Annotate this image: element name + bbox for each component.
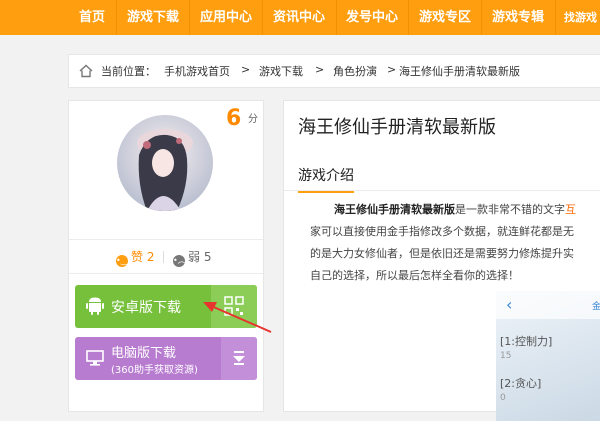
sad-face-icon: •︵• <box>173 255 191 267</box>
intro-highlight-link[interactable]: 互 <box>565 203 576 216</box>
nav-gift-center[interactable]: 发号中心 <box>346 0 398 35</box>
breadcrumb-link-home[interactable]: 手机游戏首页 <box>164 63 230 79</box>
tab-game-intro[interactable]: 游戏介绍 <box>298 165 354 193</box>
dislike-button[interactable]: •︵•弱 5 <box>173 248 211 267</box>
pc-download-sublabel: (360助手获取资源) <box>111 365 198 376</box>
like-button[interactable]: •‿•赞 2 <box>116 248 154 267</box>
pc-download-button[interactable]: 电脑版下载 (360助手获取资源) <box>75 337 257 380</box>
screenshot-corner-text: 金 <box>592 302 600 312</box>
nav-find-game[interactable]: 找游戏 <box>556 0 597 35</box>
breadcrumb-link-rpg[interactable]: 角色扮演 <box>333 63 377 79</box>
breadcrumb-separator: > <box>241 63 251 76</box>
nav-divider <box>262 0 263 35</box>
intro-line4: 自己的选择，所以最后怎样全看你的选择！ <box>310 269 519 282</box>
download-arrow-icon <box>233 351 245 365</box>
divider <box>69 239 263 240</box>
nav-home[interactable]: 首页 <box>79 0 105 35</box>
nav-divider <box>116 0 117 35</box>
breadcrumb-separator: > <box>387 63 397 76</box>
nav-divider <box>189 0 190 35</box>
nav-divider <box>481 0 482 35</box>
breadcrumb-current: 海王修仙手册清软最新版 <box>399 65 520 78</box>
nav-divider <box>408 0 409 35</box>
dislike-count: 5 <box>203 250 212 264</box>
breadcrumb-prefix: 当前位置： <box>101 65 156 78</box>
smile-icon: •‿• <box>116 255 132 267</box>
android-download-label: 安卓版下载 <box>111 300 181 316</box>
chevron-left-icon: ‹ <box>506 295 513 314</box>
intro-line3: 的是大力女修仙者，但是依旧还是需要努力修炼提升实 <box>310 247 574 260</box>
game-avatar <box>117 115 213 211</box>
nav-game-download[interactable]: 游戏下载 <box>127 0 179 35</box>
intro-bold-name: 海王修仙手册清软最新版 <box>334 203 455 216</box>
screenshot-row-1: [1:控制力] <box>500 335 553 348</box>
breadcrumb-separator: > <box>315 63 325 76</box>
game-detail-card: 海王修仙手册清软最新版 游戏介绍 海王修仙手册清软最新版是一款非常不错的文字互 … <box>283 100 600 421</box>
score-unit: 分 <box>248 114 258 125</box>
intro-line2: 家可以直接使用金手指修改多个数据，就连鲜花都是无 <box>310 225 574 238</box>
top-nav: 首页 游戏下载 应用中心 资讯中心 发号中心 游戏专区 游戏专辑 找游戏 <box>0 0 600 35</box>
intro-line1: 是一款非常不错的文字 <box>455 203 565 216</box>
like-label: 赞 <box>131 250 144 264</box>
dislike-label: 弱 <box>188 250 201 264</box>
monitor-icon <box>86 350 104 366</box>
screenshot-value-1: 15 <box>500 351 512 361</box>
screenshot-row-2: [2:贪心] <box>500 377 542 390</box>
android-icon <box>86 297 104 315</box>
home-icon[interactable] <box>78 63 94 79</box>
nav-game-album[interactable]: 游戏专辑 <box>492 0 544 35</box>
nav-app-center[interactable]: 应用中心 <box>200 0 252 35</box>
nav-news-center[interactable]: 资讯中心 <box>273 0 325 35</box>
game-info-card: 6 分 •‿•赞 2 •︵•弱 5 安卓版下载 电脑版下载 (360助手获取资源… <box>68 100 264 412</box>
nav-divider <box>336 0 337 35</box>
nav-game-zone[interactable]: 游戏专区 <box>419 0 471 35</box>
like-count: 2 <box>146 250 155 264</box>
breadcrumb: 当前位置： 手机游戏首页 > 游戏下载 > 角色扮演 > 海王修仙手册清软最新版 <box>68 54 600 88</box>
breadcrumb-link-download[interactable]: 游戏下载 <box>259 63 303 79</box>
pc-download-label: 电脑版下载 <box>111 346 177 361</box>
divider <box>69 273 263 274</box>
vote-divider <box>163 251 164 263</box>
pc-download-dropdown[interactable] <box>221 337 257 380</box>
game-score: 6 <box>226 106 242 131</box>
annotation-arrow <box>203 302 272 333</box>
game-intro-text: 海王修仙手册清软最新版是一款非常不错的文字互 家可以直接使用金手指修改多个数据，… <box>310 199 600 287</box>
page-title: 海王修仙手册清软最新版 <box>298 117 496 138</box>
